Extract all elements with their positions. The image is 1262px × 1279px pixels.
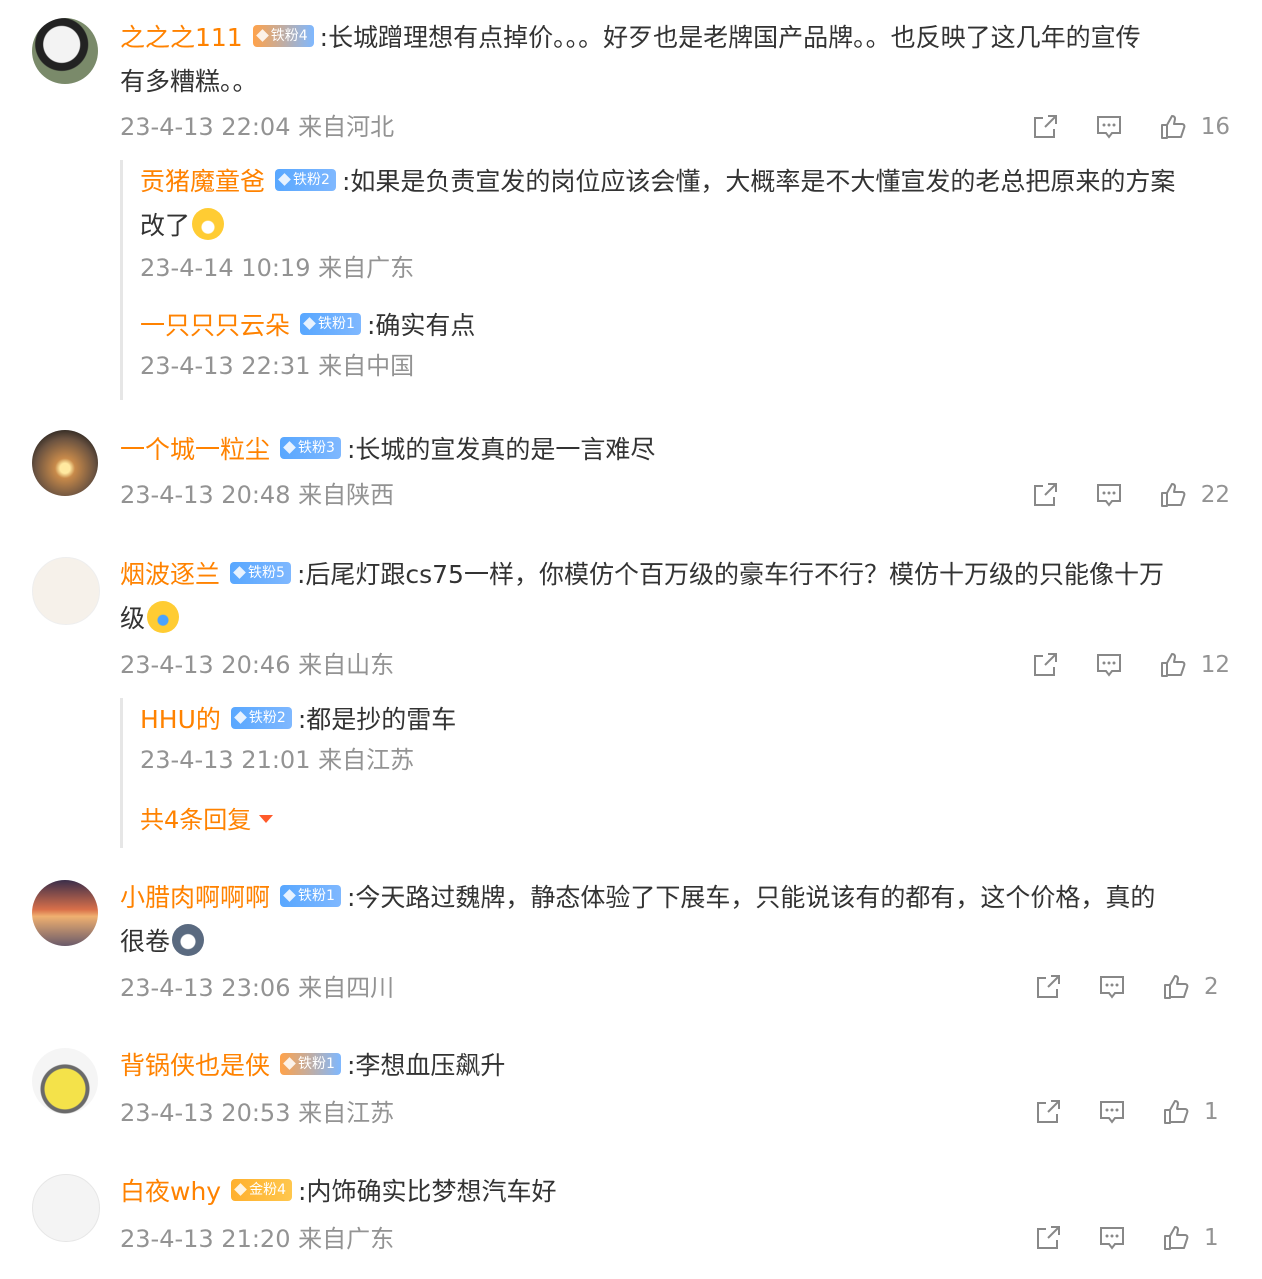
reply-text: :如果是负责宣发的岗位应该会懂，大概率是不大懂宣发的老总把原来的方案 [341, 167, 1176, 196]
fan-badge: 铁粉2 [230, 707, 292, 729]
fan-badge: 铁粉1 [280, 885, 341, 907]
share-icon[interactable] [1031, 481, 1059, 509]
like-icon[interactable] [1162, 1224, 1190, 1252]
cry-laugh-emoji-icon [147, 601, 180, 633]
comment-icon[interactable] [1095, 481, 1123, 509]
reply-timestamp: 23-4-13 21:01 来自江苏 [140, 746, 415, 774]
reply-username[interactable]: 贡猪魔童爸 [140, 167, 265, 196]
share-icon[interactable] [1034, 1224, 1062, 1252]
timestamp-location: 23-4-13 23:06 来自四川 [120, 974, 395, 1002]
caret-down-icon [259, 815, 274, 823]
avatar[interactable] [32, 1048, 98, 1114]
timestamp-location: 23-4-13 22:04 来自河北 [120, 113, 395, 141]
fan-badge: 铁粉1 [300, 313, 361, 335]
timestamp-location: 23-4-13 20:48 来自陕西 [120, 481, 395, 509]
fan-badge: 铁粉1 [280, 1053, 341, 1075]
reply-timestamp: 23-4-13 22:31 来自中国 [140, 352, 415, 380]
username[interactable]: 背锅侠也是侠 [120, 1051, 270, 1080]
like-count: 12 [1200, 652, 1230, 678]
more-replies-link[interactable]: 共4条回复 [140, 800, 456, 835]
reply-block: 贡猪魔童爸 铁粉2:如果是负责宣发的岗位应该会懂，大概率是不大懂宣发的老总把原来的… [120, 160, 1175, 400]
reply-text: :确实有点 [366, 311, 476, 340]
avatar[interactable] [32, 880, 98, 946]
like-count: 2 [1204, 974, 1219, 1000]
share-icon[interactable] [1034, 1098, 1062, 1126]
fan-badge: 铁粉2 [275, 169, 336, 191]
comment-text-cont: 很卷 [120, 927, 171, 956]
timestamp-location: 23-4-13 20:46 来自山东 [120, 651, 395, 679]
username[interactable]: 白夜why [120, 1177, 221, 1206]
more-replies-label: 共4条回复 [140, 806, 252, 834]
fan-badge: 金粉4 [231, 1179, 293, 1201]
husky-emoji-icon [172, 924, 205, 956]
share-icon[interactable] [1034, 973, 1062, 1001]
like-count: 22 [1200, 482, 1230, 508]
fan-badge: 铁粉3 [280, 437, 341, 459]
comment-text: :内饰确实比梦想汽车好 [298, 1177, 557, 1206]
username[interactable]: 烟波逐兰 [120, 560, 220, 589]
username[interactable]: 小腊肉啊啊啊 [120, 883, 270, 912]
comment-text-cont: 有多糟糕。。 [120, 67, 258, 96]
comment-text: :后尾灯跟cs75一样，你模仿个百万级的豪车行不行？模仿十万级的只能像十万 [296, 560, 1164, 589]
fan-badge: 铁粉4 [252, 25, 314, 47]
reply-timestamp: 23-4-14 10:19 来自广东 [140, 254, 415, 282]
reply-text: :都是抄的雷车 [297, 705, 457, 734]
timestamp-location: 23-4-13 20:53 来自江苏 [120, 1099, 395, 1127]
comment-text: :今天路过魏牌，静态体验了下展车，只能说该有的都有，这个价格，真的 [346, 883, 1156, 912]
like-icon[interactable] [1162, 973, 1190, 1001]
comment-icon[interactable] [1095, 113, 1123, 141]
like-count: 1 [1204, 1099, 1219, 1125]
share-icon[interactable] [1031, 651, 1059, 679]
comment-text-cont: 级 [120, 604, 146, 633]
comment-icon[interactable] [1098, 1098, 1126, 1126]
reply-block: HHU的 铁粉2:都是抄的雷车 23-4-13 21:01 来自江苏 共4条回复 [120, 698, 456, 848]
comment-icon[interactable] [1095, 651, 1123, 679]
comment-icon[interactable] [1098, 1224, 1126, 1252]
share-icon[interactable] [1031, 113, 1059, 141]
fan-badge: 铁粉5 [230, 562, 291, 584]
like-count: 1 [1204, 1225, 1219, 1251]
comment-icon[interactable] [1098, 973, 1126, 1001]
reply-text-cont: 改了 [140, 211, 191, 240]
like-icon[interactable] [1159, 651, 1187, 679]
avatar[interactable] [32, 1174, 100, 1242]
reply-username[interactable]: HHU的 [140, 705, 221, 734]
comment-text: :长城蹭理想有点掉价。。。好歹也是老牌国产品牌。。也反映了这几年的宣传 [319, 23, 1141, 52]
like-icon[interactable] [1162, 1098, 1190, 1126]
like-icon[interactable] [1159, 481, 1187, 509]
username[interactable]: 之之之111 [120, 23, 243, 52]
avatar[interactable] [32, 18, 98, 84]
avatar[interactable] [32, 430, 98, 496]
reply-username[interactable]: 一只只只云朵 [140, 311, 290, 340]
like-icon[interactable] [1159, 113, 1187, 141]
like-count: 16 [1200, 114, 1230, 140]
comment-text: :李想血压飙升 [346, 1051, 506, 1080]
username[interactable]: 一个城一粒尘 [120, 435, 270, 464]
avatar[interactable] [32, 557, 100, 625]
laugh-emoji-icon [192, 208, 225, 240]
comment-text: :长城的宣发真的是一言难尽 [346, 435, 656, 464]
timestamp-location: 23-4-13 21:20 来自广东 [120, 1225, 395, 1253]
